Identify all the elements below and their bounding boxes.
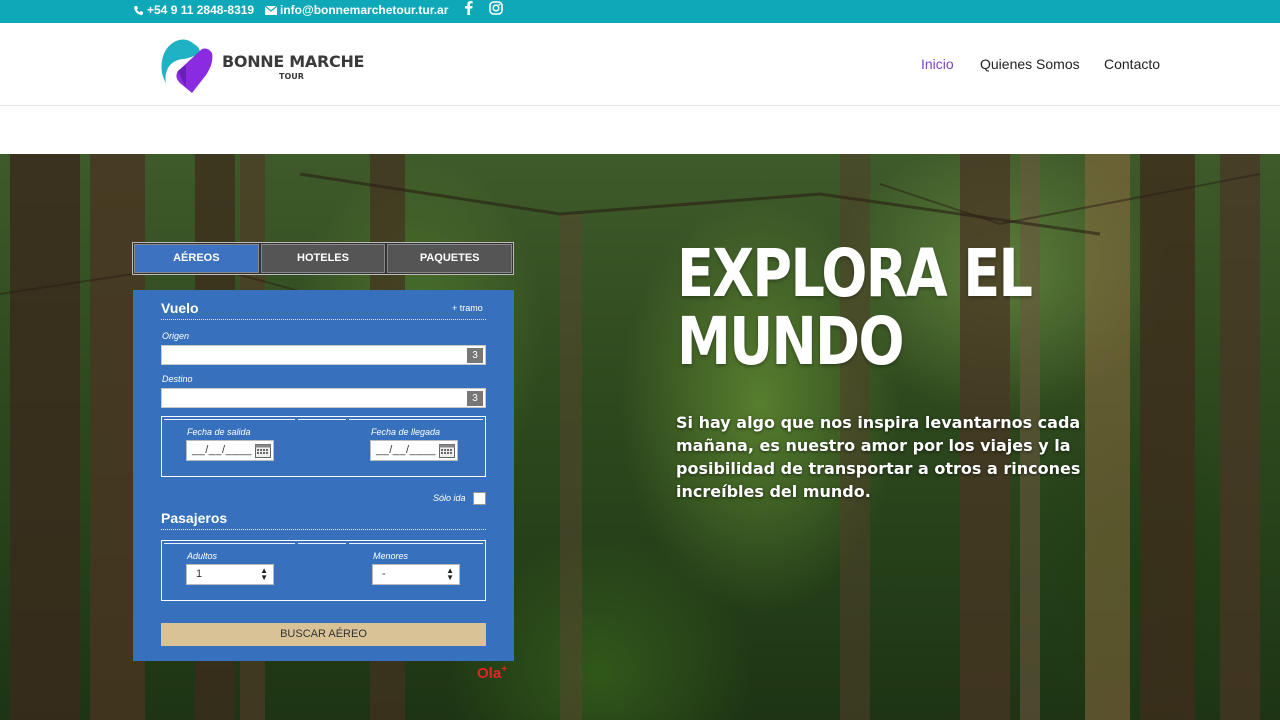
stepper-arrows-icon: ▲ ▼ bbox=[446, 566, 454, 582]
divider bbox=[161, 319, 486, 320]
hero-subtitle: Si hay algo que nos inspira levantarnos … bbox=[676, 413, 1081, 501]
envelope-icon bbox=[265, 5, 277, 15]
flight-search-panel: Vuelo + tramo Origen 3 Destino 3 Fecha d… bbox=[133, 290, 514, 661]
nav-quienes-somos[interactable]: Quienes Somos bbox=[980, 56, 1080, 72]
add-leg-link[interactable]: + tramo bbox=[452, 303, 483, 313]
destination-label: Destino bbox=[162, 374, 193, 384]
destination-count-badge: 3 bbox=[467, 391, 483, 406]
minors-label: Menores bbox=[373, 551, 409, 561]
dates-group: Fecha de salida __/__/____ Fecha de lleg… bbox=[161, 416, 486, 477]
adults-label: Adultos bbox=[187, 551, 218, 561]
divider bbox=[161, 529, 486, 530]
instagram-link[interactable] bbox=[489, 1, 503, 15]
departure-label: Fecha de salida bbox=[187, 427, 251, 437]
one-way-checkbox[interactable] bbox=[473, 492, 486, 505]
hero-title-line-1: EXPLORA EL bbox=[677, 235, 1033, 312]
hero-title-line-2: MUNDO bbox=[677, 303, 904, 380]
arrival-date-input[interactable]: __/__/____ bbox=[370, 440, 458, 461]
phone-icon bbox=[134, 5, 143, 15]
nav-inicio[interactable]: Inicio bbox=[921, 56, 954, 72]
facebook-icon bbox=[465, 1, 473, 15]
top-contact-bar: +54 9 11 2848-8319 info@bonnemarchetour.… bbox=[0, 0, 1280, 23]
hero-title: EXPLORA EL MUNDO bbox=[677, 235, 1033, 380]
departure-date-input[interactable]: __/__/____ bbox=[186, 440, 274, 461]
vuelo-title: Vuelo bbox=[161, 300, 199, 316]
passengers-title: Pasajeros bbox=[161, 510, 228, 526]
origin-label: Origen bbox=[162, 331, 190, 341]
phone-number: +54 9 11 2848-8319 bbox=[147, 3, 255, 17]
booking-tabs: AÉREOS HOTELES PAQUETES bbox=[132, 242, 514, 275]
tab-paquetes[interactable]: PAQUETES bbox=[387, 244, 513, 273]
destination-input[interactable]: 3 bbox=[161, 388, 486, 408]
site-logo[interactable]: BONNE MARCHE TOUR bbox=[156, 35, 366, 95]
adults-select[interactable]: 1 ▲ ▼ bbox=[186, 564, 274, 585]
email-contact[interactable]: info@bonnemarchetour.tur.ar bbox=[265, 3, 448, 17]
tab-aereos[interactable]: AÉREOS bbox=[134, 244, 259, 273]
site-header: BONNE MARCHE TOUR Inicio Quienes Somos C… bbox=[0, 23, 1280, 106]
origin-input[interactable]: 3 bbox=[161, 345, 486, 365]
arrival-label: Fecha de llegada bbox=[371, 427, 441, 437]
tab-hoteles[interactable]: HOTELES bbox=[260, 244, 386, 273]
nav-contacto[interactable]: Contacto bbox=[1104, 56, 1160, 72]
origin-count-badge: 3 bbox=[467, 348, 483, 363]
search-flight-button[interactable]: BUSCAR AÉREO bbox=[161, 623, 486, 646]
calendar-icon[interactable] bbox=[439, 443, 455, 458]
header-spacer bbox=[0, 106, 1280, 154]
calendar-icon[interactable] bbox=[255, 443, 271, 458]
logo-mark-icon bbox=[161, 39, 213, 93]
logo-text: BONNE MARCHE bbox=[222, 52, 365, 71]
logo-subtext: TOUR bbox=[279, 72, 304, 81]
email-address: info@bonnemarchetour.tur.ar bbox=[280, 3, 449, 17]
one-way-label: Sólo ida bbox=[433, 493, 466, 503]
instagram-icon bbox=[489, 1, 503, 15]
phone-contact[interactable]: +54 9 11 2848-8319 bbox=[133, 3, 254, 17]
powered-by-logo[interactable]: Ola+ bbox=[477, 664, 507, 682]
hero-section: EXPLORA EL MUNDO Si hay algo que nos ins… bbox=[0, 154, 1280, 720]
passengers-group: Adultos 1 ▲ ▼ Menores - ▲ ▼ bbox=[161, 540, 486, 601]
minors-select[interactable]: - ▲ ▼ bbox=[372, 564, 460, 585]
facebook-link[interactable] bbox=[464, 0, 473, 15]
stepper-arrows-icon: ▲ ▼ bbox=[260, 566, 268, 582]
